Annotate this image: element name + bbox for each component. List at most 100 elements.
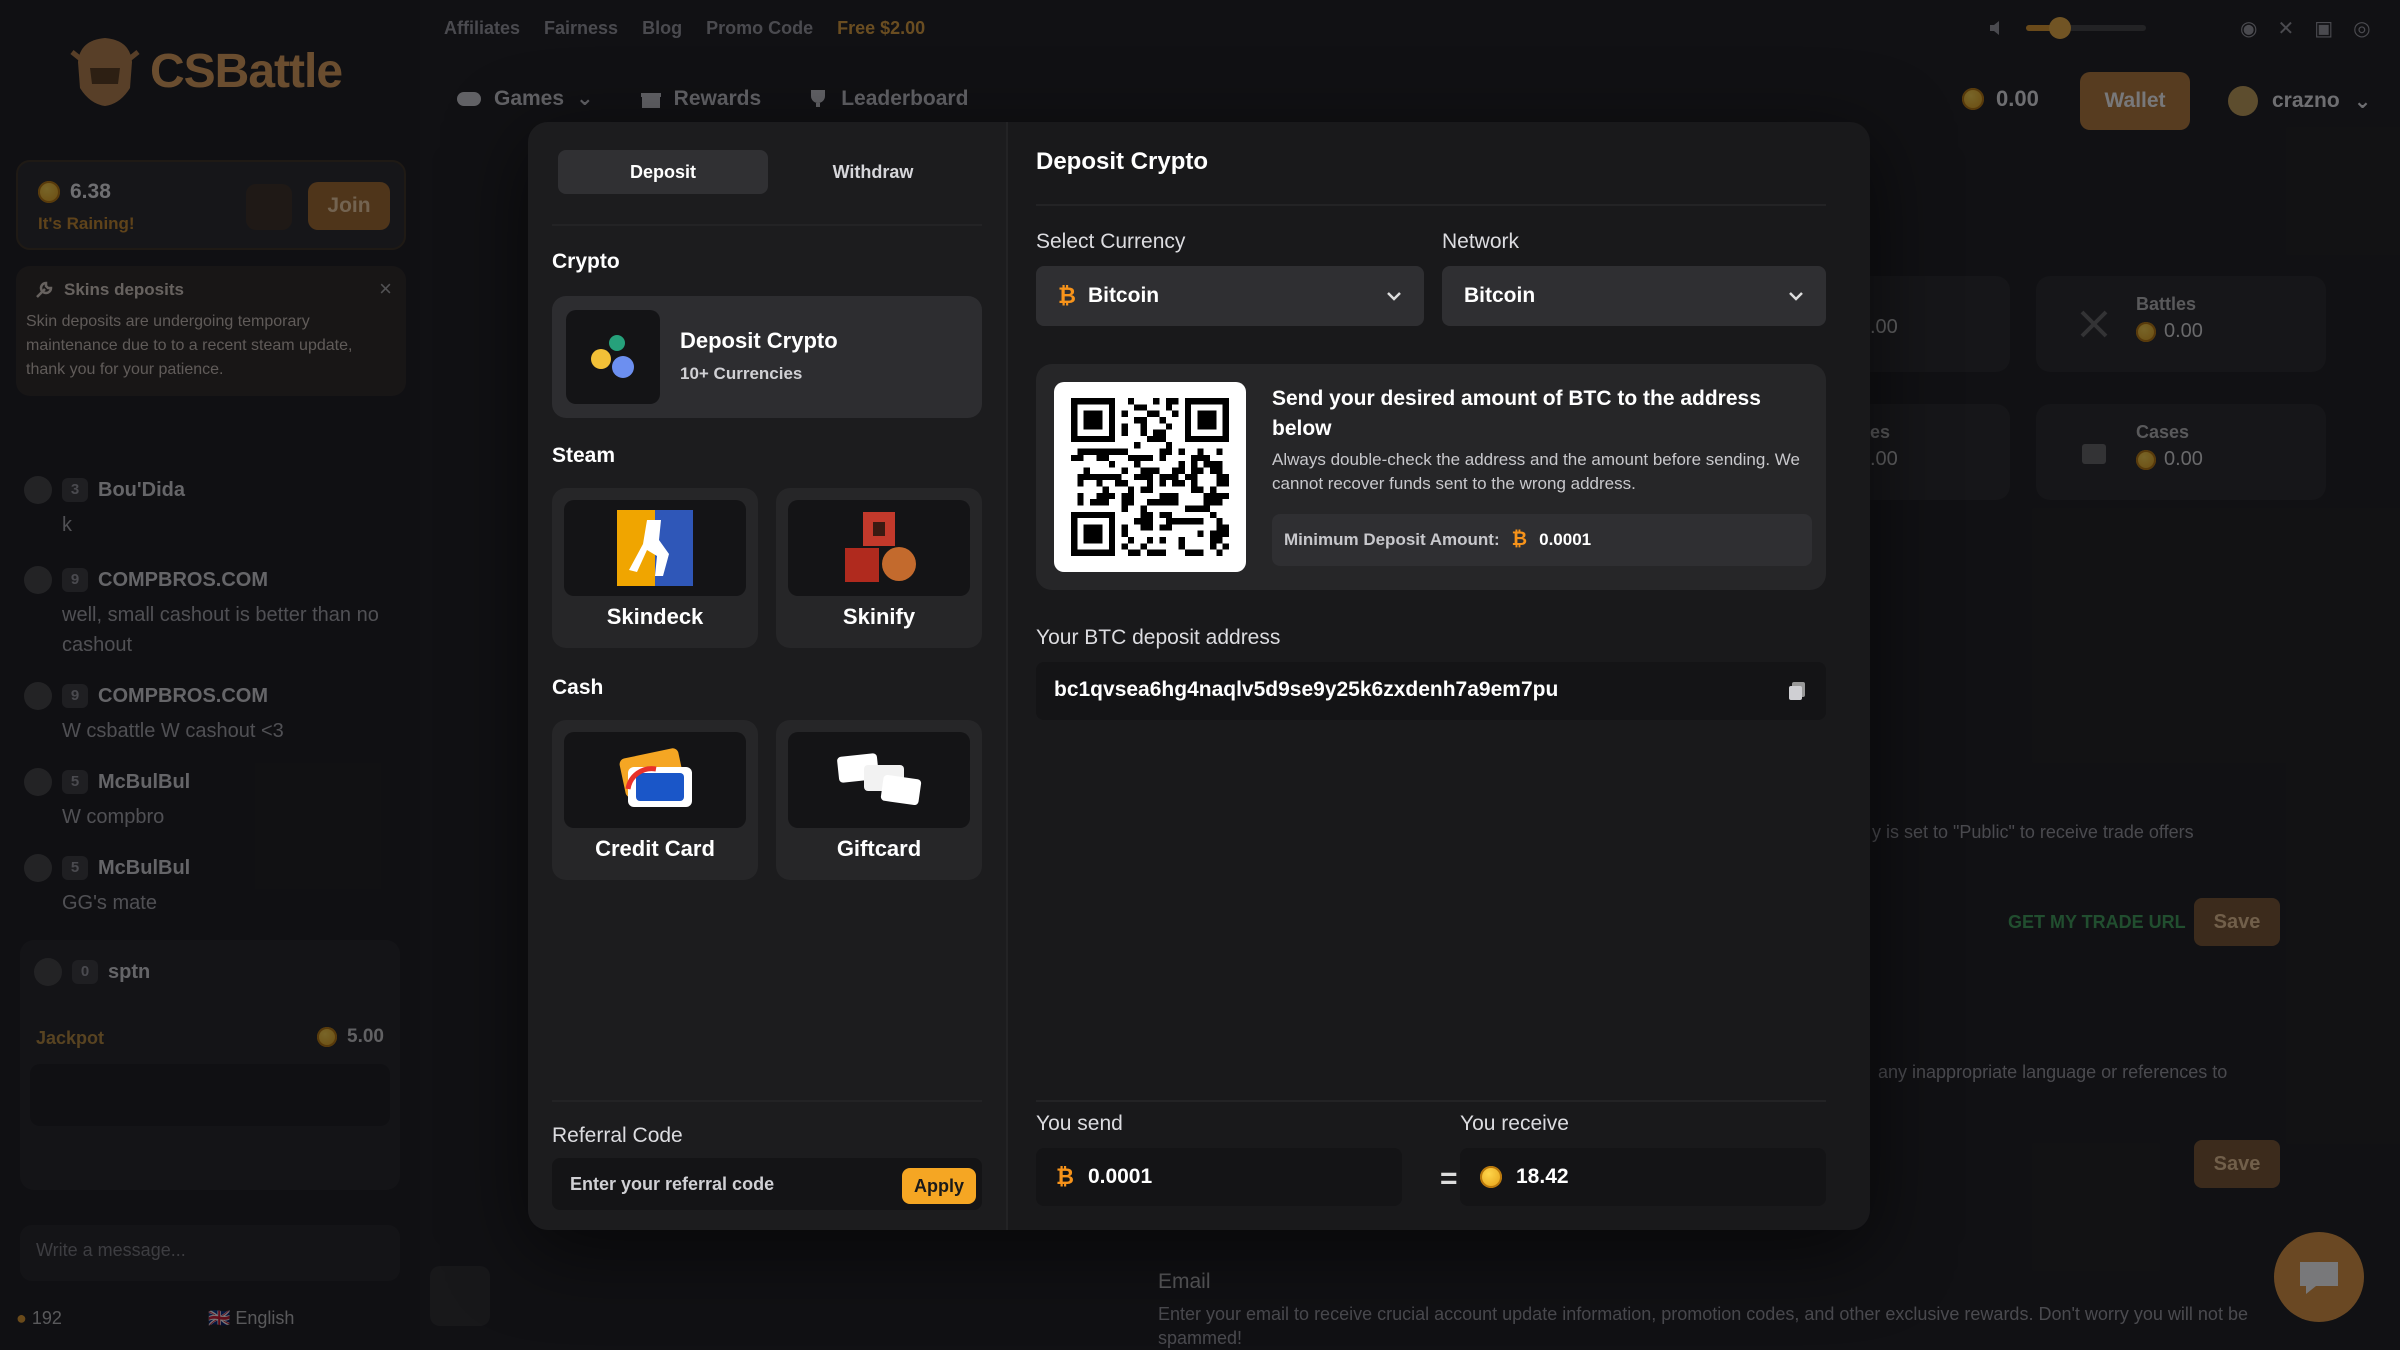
avatar[interactable] [24,854,52,882]
deposit-address-field[interactable]: bc1qvsea6hg4naqlv5d9se9y25k6zxdenh7a9em7… [1036,662,1826,720]
gift-icon [640,92,661,108]
send-amount-input[interactable]: ₿ 0.0001 [1036,1148,1402,1206]
kick-icon[interactable]: ▣ [2314,16,2333,41]
nav-rewards[interactable]: Rewards [640,86,762,111]
method-credit-card[interactable]: Credit Card [552,720,758,880]
qr-panel: Send your desired amount of BTC to the a… [1036,364,1826,590]
user-level: 3 [62,478,88,502]
volume-slider[interactable] [2026,17,2146,39]
nav-games[interactable]: Games ⌄ [456,86,594,111]
tab-withdraw[interactable]: Withdraw [768,150,978,194]
chat-username[interactable]: McBulBul [98,857,190,880]
link-affiliates[interactable]: Affiliates [444,18,520,39]
link-free[interactable]: Free $2.00 [837,18,925,39]
avatar[interactable] [24,682,52,710]
apply-button[interactable]: Apply [902,1168,976,1204]
discord-icon[interactable]: ◉ [2240,16,2257,41]
language-select[interactable]: 🇬🇧 English [208,1308,294,1329]
method-name: Skinify [842,604,916,629]
balance-value: 0.00 [1996,86,2039,111]
jackpot-value: 5.00 [317,1026,384,1048]
nav-leaderboard-label: Leaderboard [841,86,969,110]
chat-input[interactable]: Write a message... [20,1225,400,1281]
stat-value: .00 [1870,448,1898,470]
volume-control[interactable] [1988,17,2146,39]
balance-display: 0.00 [1962,86,2039,112]
receive-amount-input[interactable]: 18.42 [1460,1148,1826,1206]
coin-icon [1962,88,1984,110]
chat-username[interactable]: COMPBROS.COM [98,569,268,592]
social-links: ◉ ✕ ▣ ◎ [2240,16,2371,41]
currency-label: Select Currency [1036,230,1186,253]
chat-message: 9 COMPBROS.COM well, small cashout is bett… [24,566,404,660]
link-blog[interactable]: Blog [642,18,682,39]
wallet-button[interactable]: Wallet [2080,72,2190,130]
avatar[interactable] [24,476,52,504]
swords-icon [2080,310,2108,338]
copy-icon[interactable] [1786,680,1808,702]
chat-message-header: 9 COMPBROS.COM [24,566,404,594]
flag-icon: 🇬🇧 [207,1308,231,1328]
tab-deposit[interactable]: Deposit [558,150,768,194]
qr-note: Always double-check the address and the … [1272,450,1800,493]
notice-title-text: Skins deposits [64,280,184,299]
referral-code-input[interactable] [552,1158,882,1210]
panel-title: Deposit Crypto [1036,148,1209,175]
user-menu[interactable]: crazno ⌄ [2228,86,2371,116]
chevron-down-icon: ⌄ [576,87,594,110]
coin-icon [1480,1166,1502,1188]
stat-label: Battles [2136,294,2197,314]
qr-title: Send your desired amount of BTC to the a… [1272,387,1761,440]
steam-icon[interactable]: ◎ [2353,16,2370,41]
nav-leaderboard[interactable]: Leaderboard [807,86,968,111]
rain-subtitle: It's Raining! [38,214,135,233]
volume-knob[interactable] [2048,17,2071,39]
notice-title: Skins deposits [34,280,184,300]
method-deposit-crypto[interactable]: Deposit Crypto 10+ Currencies [552,296,982,418]
close-chat-button[interactable] [430,1266,490,1326]
method-skinify[interactable]: Skinify [776,488,982,648]
crypto-coins-icon [566,310,660,404]
network-select[interactable]: Bitcoin [1442,266,1826,326]
method-giftcard[interactable]: Giftcard [776,720,982,880]
save-button[interactable]: Save [2194,898,2280,946]
method-skindeck[interactable]: Skindeck [552,488,758,648]
deposit-address: bc1qvsea6hg4naqlv5d9se9y25k6zxdenh7a9em7… [1054,678,1559,701]
user-level: 9 [62,684,88,708]
jackpot-username: sptn [108,960,151,983]
currency-value: Bitcoin [1087,284,1160,307]
close-icon[interactable]: × [379,276,392,302]
chat-username[interactable]: COMPBROS.COM [98,685,268,708]
rain-hand-icon [246,184,292,230]
user-level: 5 [62,770,88,794]
chevron-down-icon: ⌄ [2353,89,2372,113]
chat-username[interactable]: Bou'Dida [98,479,185,502]
section-cash: Cash [552,676,604,699]
currency-select[interactable]: ₿ Bitcoin [1036,266,1424,326]
trophy-icon [811,89,826,107]
email-description: Enter your email to receive crucial acco… [1158,1304,2248,1348]
stat-value: 0.00 [2136,448,2203,471]
link-fairness[interactable]: Fairness [544,18,618,39]
send-value: 0.0001 [1087,1165,1153,1188]
top-links: Affiliates Fairness Blog Promo Code Free… [444,18,925,39]
get-trade-url-link[interactable]: GET MY TRADE URL [2008,912,2186,933]
bitcoin-icon: ₿ [1511,529,1528,550]
nav-rewards-label: Rewards [673,86,762,110]
avatar[interactable] [24,566,52,594]
coin-icon [317,1027,338,1047]
avatar[interactable] [24,768,52,796]
stat-label: Cases [2136,422,2190,442]
logo[interactable]: CSBattle [70,32,343,110]
network-value: Bitcoin [1464,284,1536,307]
sidebar-footer: ● 192 🇬🇧 English [16,1308,294,1329]
support-chat-button[interactable] [2274,1232,2364,1322]
chat-text: well, small cashout is better than no ca… [62,604,379,656]
join-rain-button[interactable]: Join [308,182,390,230]
x-icon[interactable]: ✕ [2277,16,2294,41]
giftcard-icon [788,732,970,828]
save-button[interactable]: Save [2194,1140,2280,1188]
chat-message: 5 McBulBul W compbro [24,768,404,832]
chat-username[interactable]: McBulBul [98,771,190,794]
link-promo-code[interactable]: Promo Code [706,18,813,39]
